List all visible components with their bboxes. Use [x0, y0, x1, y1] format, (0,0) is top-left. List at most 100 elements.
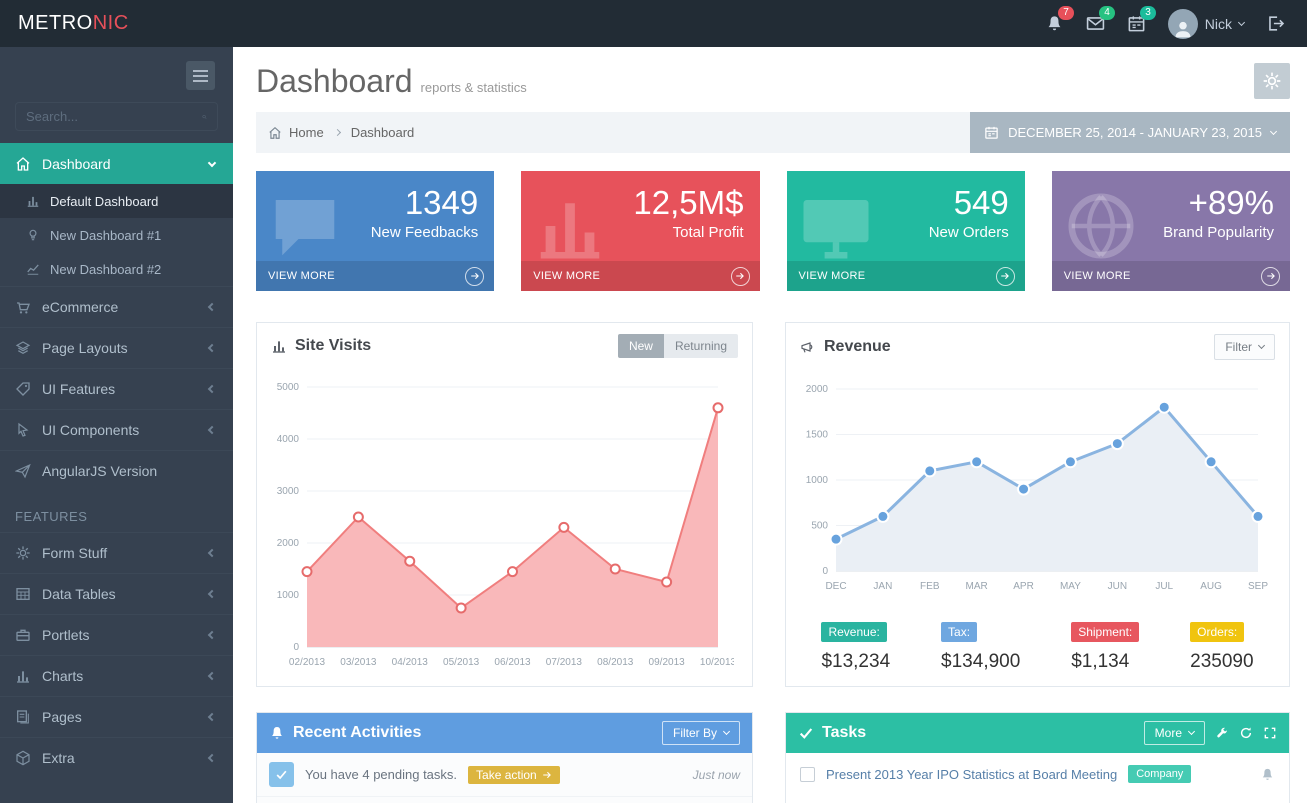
user-name: Nick	[1205, 16, 1232, 32]
sidebar-item-ui-features[interactable]: UI Features	[0, 368, 233, 409]
svg-text:SEP: SEP	[1248, 581, 1268, 592]
svg-text:JUL: JUL	[1155, 581, 1173, 592]
site-visits-chart: 01000200030004000500002/201303/201304/20…	[267, 373, 734, 673]
svg-text:DEC: DEC	[825, 581, 846, 592]
sidebar-item-form-stuff[interactable]: Form Stuff	[0, 532, 233, 573]
chevron-left-icon	[208, 590, 216, 598]
sidebar-subitem-new-dashboard-2[interactable]: New Dashboard #2	[0, 252, 233, 286]
stat-value: 549	[787, 171, 1025, 222]
sidebar-item-ecommerce[interactable]: eCommerce	[0, 286, 233, 327]
gear-icon	[1262, 71, 1282, 91]
notifications-button[interactable]: 7	[1045, 14, 1064, 33]
layers-icon	[15, 340, 31, 356]
svg-text:JAN: JAN	[873, 581, 892, 592]
sidebar-subitem-new-dashboard-1[interactable]: New Dashboard #1	[0, 218, 233, 252]
take-action-badge[interactable]: Take action	[468, 766, 560, 784]
page-settings-button[interactable]	[1254, 63, 1290, 99]
stat-tiles: 1349 New Feedbacks VIEW MORE 12,5M$ Tota…	[256, 171, 1290, 291]
page-title: Dashboardreports & statistics	[256, 63, 527, 100]
expand-icon[interactable]	[1263, 726, 1277, 740]
stat-label: New Orders	[787, 222, 1025, 241]
activity-row: You have 4 pending tasks. Take action Ju…	[257, 753, 752, 797]
sidebar-item-extra[interactable]: Extra	[0, 737, 233, 778]
refresh-icon[interactable]	[1239, 726, 1253, 740]
view-more-link[interactable]: VIEW MORE	[521, 261, 759, 291]
tasks-more-button[interactable]: More	[1144, 721, 1205, 745]
arrow-right-icon	[1261, 267, 1280, 286]
view-more-link[interactable]: VIEW MORE	[256, 261, 494, 291]
task-company-badge: Company	[1128, 765, 1191, 783]
sidebar-item-charts[interactable]: Charts	[0, 655, 233, 696]
sidebar-item-ui-components[interactable]: UI Components	[0, 409, 233, 450]
view-more-link[interactable]: VIEW MORE	[787, 261, 1025, 291]
revenue-filter-button[interactable]: Filter	[1214, 334, 1275, 360]
todo-button[interactable]: 3	[1127, 14, 1146, 33]
view-more-link[interactable]: VIEW MORE	[1052, 261, 1290, 291]
activity-checkbox[interactable]	[269, 762, 294, 787]
sidebar-section-features: FEATURES	[0, 491, 233, 532]
search-icon[interactable]	[202, 110, 207, 124]
home-icon	[268, 126, 282, 140]
date-range-label: DECEMBER 25, 2014 - JANUARY 23, 2015	[1008, 125, 1262, 140]
check-icon	[275, 768, 288, 781]
portlet-title: Tasks	[798, 724, 1144, 742]
sidebar-item-pages[interactable]: Pages	[0, 696, 233, 737]
activities-filter-by-button[interactable]: Filter By	[662, 721, 740, 745]
calendar-icon	[984, 125, 999, 140]
task-checkbox[interactable]	[800, 767, 815, 782]
bell-icon[interactable]	[1260, 767, 1275, 782]
sidebar-item-portlets[interactable]: Portlets	[0, 614, 233, 655]
bar-chart-icon	[271, 338, 287, 354]
sidebar-item-page-layouts[interactable]: Page Layouts	[0, 327, 233, 368]
search-input[interactable]	[26, 109, 202, 124]
revenue-stat: Orders: 235090	[1190, 622, 1253, 673]
sidebar-subitem-default-dashboard[interactable]: Default Dashboard	[0, 184, 233, 218]
notifications-count-badge: 7	[1058, 6, 1074, 20]
sidebar-menu: Dashboard Default Dashboard New Dashboar…	[0, 143, 233, 778]
chevron-down-icon	[1188, 728, 1195, 735]
stat-label: Total Profit	[521, 222, 759, 241]
app-logo[interactable]: METRONIC	[0, 12, 233, 35]
breadcrumb-current: Dashboard	[351, 125, 415, 140]
svg-text:JUN: JUN	[1108, 581, 1127, 592]
user-menu[interactable]: Nick	[1168, 9, 1244, 39]
breadcrumb-home-link[interactable]: Home	[289, 125, 324, 140]
sidebar-item-dashboard[interactable]: Dashboard	[0, 143, 233, 184]
chevron-left-icon	[208, 672, 216, 680]
svg-text:1500: 1500	[806, 430, 829, 441]
sidebar-item-data-tables[interactable]: Data Tables	[0, 573, 233, 614]
sidebar-toggle-button[interactable]	[186, 61, 215, 90]
svg-text:1000: 1000	[806, 475, 829, 486]
chevron-left-icon	[208, 426, 216, 434]
date-range-picker[interactable]: DECEMBER 25, 2014 - JANUARY 23, 2015	[970, 112, 1290, 153]
chevron-left-icon	[208, 713, 216, 721]
logout-icon	[1266, 14, 1285, 33]
main-content: Dashboardreports & statistics Home Dashb…	[233, 47, 1307, 803]
stat-value: 1349	[256, 171, 494, 222]
sidebar-item-angularjs-version[interactable]: AngularJS Version	[0, 450, 233, 491]
svg-text:500: 500	[811, 521, 828, 532]
page-subtitle: reports & statistics	[421, 80, 527, 95]
chevron-left-icon	[208, 549, 216, 557]
svg-text:AUG: AUG	[1200, 581, 1222, 592]
chevron-left-icon	[208, 303, 216, 311]
home-icon	[15, 156, 31, 172]
inbox-button[interactable]: 4	[1086, 14, 1105, 33]
line-chart-icon	[26, 262, 40, 276]
logout-button[interactable]	[1266, 14, 1285, 33]
stat-badge: Shipment:	[1071, 622, 1139, 642]
wrench-icon[interactable]	[1215, 726, 1229, 740]
revenue-stat: Revenue: $13,234	[821, 622, 890, 673]
stat-tile-new-orders[interactable]: 549 New Orders VIEW MORE	[787, 171, 1025, 291]
site-visits-new-button[interactable]: New	[618, 334, 664, 358]
stat-tile-brand-popularity[interactable]: +89% Brand Popularity VIEW MORE	[1052, 171, 1290, 291]
revenue-stat: Shipment: $1,134	[1071, 622, 1139, 673]
task-text[interactable]: Present 2013 Year IPO Statistics at Boar…	[826, 767, 1117, 782]
stat-tile-total-profit[interactable]: 12,5M$ Total Profit VIEW MORE	[521, 171, 759, 291]
activity-row	[257, 797, 752, 803]
tag-icon	[15, 381, 31, 397]
chevron-left-icon	[208, 631, 216, 639]
megaphone-icon	[800, 339, 816, 355]
stat-tile-new-feedbacks[interactable]: 1349 New Feedbacks VIEW MORE	[256, 171, 494, 291]
site-visits-returning-button[interactable]: Returning	[664, 334, 738, 358]
